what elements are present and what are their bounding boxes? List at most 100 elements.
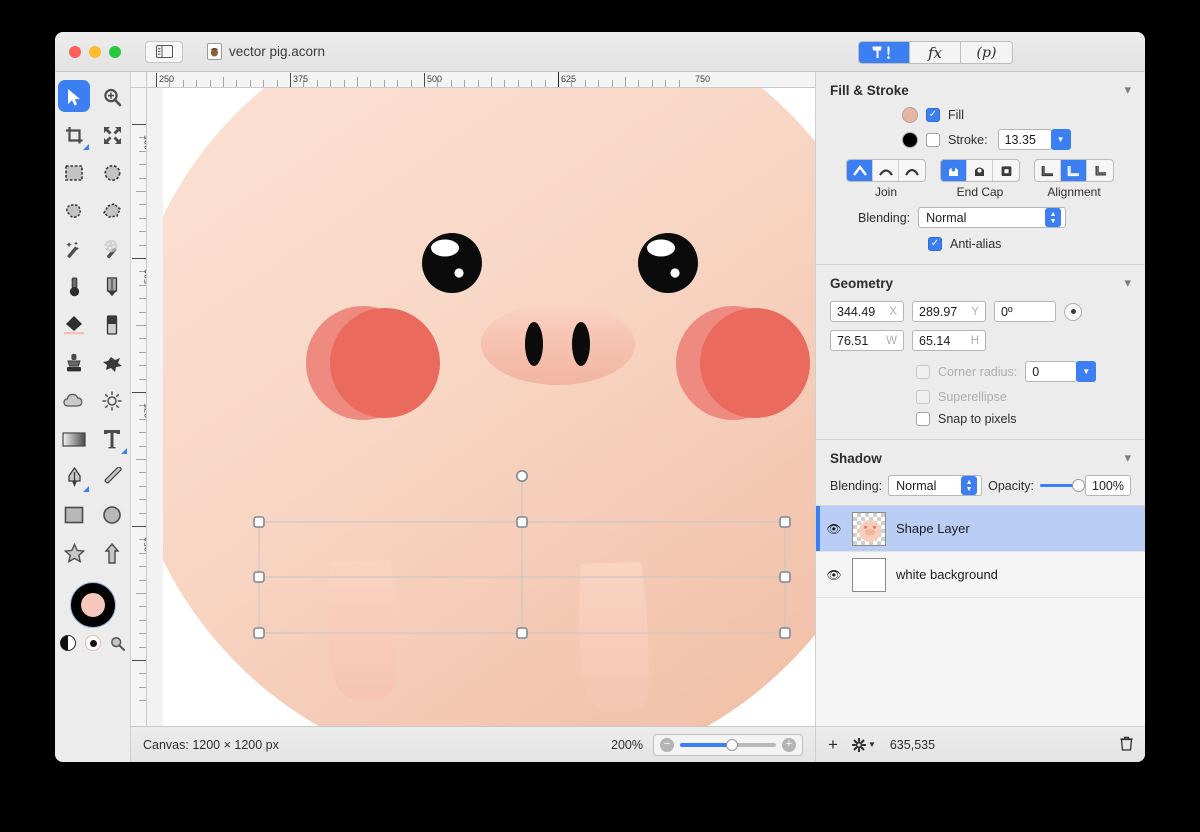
corner-radius-checkbox[interactable] (916, 365, 930, 379)
shadow-header[interactable]: Shadow ▾ (816, 440, 1145, 472)
endcap-square-button[interactable] (993, 160, 1019, 181)
delete-layer-button[interactable] (1120, 736, 1133, 754)
tool-bezier-pen[interactable] (55, 458, 93, 496)
swap-colors-icon[interactable] (60, 635, 76, 651)
stroke-checkbox[interactable] (926, 133, 940, 147)
alignment-buttons[interactable] (1034, 159, 1114, 182)
tool-rect-marquee[interactable] (55, 154, 93, 192)
snap-to-pixels-checkbox[interactable] (916, 412, 930, 426)
corner-radius-field[interactable]: 0 (1025, 361, 1077, 382)
tab-tools[interactable] (859, 42, 910, 63)
fill-stroke-header[interactable]: Fill & Stroke ▾ (816, 72, 1145, 104)
width-field[interactable]: 76.51 W (830, 330, 904, 351)
geometry-header[interactable]: Geometry ▾ (816, 265, 1145, 297)
tool-move[interactable] (55, 78, 93, 116)
shadow-blending-select[interactable]: Normal ▲▼ (888, 475, 982, 496)
blending-select[interactable]: Normal ▲▼ (918, 207, 1066, 228)
active-color-icon[interactable] (85, 635, 101, 651)
zoom-in-icon[interactable]: + (782, 738, 796, 752)
chevron-down-icon[interactable]: ▾ (1124, 450, 1131, 466)
maximize-button[interactable] (109, 46, 121, 58)
minimize-button[interactable] (89, 46, 101, 58)
join-miter-button[interactable] (847, 160, 873, 181)
chevron-down-icon[interactable]: ▾ (1124, 82, 1131, 98)
close-button[interactable] (69, 46, 81, 58)
alignment-center-button[interactable] (1061, 160, 1087, 181)
stroke-width-dropdown[interactable]: ▼ (1051, 129, 1071, 150)
fill-color-swatch[interactable] (902, 107, 918, 123)
y-field[interactable]: 289.97 Y (912, 301, 986, 322)
tool-paint-bucket[interactable] (55, 306, 93, 344)
join-buttons[interactable] (846, 159, 926, 182)
tool-rectangle-shape[interactable] (55, 496, 93, 534)
sidebar-toggle-button[interactable] (145, 41, 183, 63)
alignment-inside-button[interactable] (1035, 160, 1061, 181)
canvas-area[interactable] (147, 88, 815, 726)
zoom-slider-track[interactable] (680, 743, 776, 747)
layer-row-background[interactable]: 👁 white background (816, 552, 1145, 598)
tool-ellipse-marquee[interactable] (93, 154, 131, 192)
tool-arrow-shape[interactable] (93, 534, 131, 572)
tool-smudge[interactable] (93, 344, 131, 382)
stroke-color-swatch[interactable] (902, 132, 918, 148)
tool-star-shape[interactable] (55, 534, 93, 572)
horizontal-ruler[interactable]: 250375500625750 (147, 72, 815, 88)
zoom-out-icon[interactable]: − (660, 738, 674, 752)
stepper-arrows-icon[interactable]: ▲▼ (961, 476, 977, 495)
tool-ellipse-shape[interactable] (93, 496, 131, 534)
tool-dodge-burn[interactable] (93, 382, 131, 420)
tool-transform[interactable] (93, 116, 131, 154)
superellipse-checkbox[interactable] (916, 390, 930, 404)
tool-polygon-lasso[interactable] (93, 192, 131, 230)
corner-radius-dropdown[interactable]: ▼ (1076, 361, 1096, 382)
tool-zoom[interactable] (93, 78, 131, 116)
zoom-slider-knob[interactable] (726, 739, 738, 751)
pig-artwork[interactable] (163, 88, 815, 726)
layer-settings-menu[interactable]: ▼ (852, 738, 876, 752)
alignment-outside-button[interactable] (1087, 160, 1113, 181)
join-round-button[interactable] (873, 160, 899, 181)
stepper-arrows-icon[interactable]: ▲▼ (1045, 208, 1061, 227)
tool-crop[interactable] (55, 116, 93, 154)
tool-lasso[interactable] (55, 192, 93, 230)
eye-icon[interactable]: 👁 (826, 568, 842, 582)
tool-line[interactable] (93, 458, 131, 496)
height-field[interactable]: 65.14 H (912, 330, 986, 351)
add-layer-icon[interactable]: + (828, 736, 838, 753)
tool-eraser[interactable] (93, 306, 131, 344)
tool-clone-stamp[interactable] (55, 344, 93, 382)
antialias-checkbox[interactable]: ✓ (928, 237, 942, 251)
join-bevel-button[interactable] (899, 160, 925, 181)
color-picker-icon[interactable] (110, 636, 125, 651)
tool-gradient[interactable] (55, 420, 93, 458)
foreground-color-swatch[interactable] (81, 593, 105, 617)
tool-blur[interactable] (55, 268, 93, 306)
stroke-width-field[interactable]: 13.35 (998, 129, 1052, 150)
tool-text[interactable] (93, 420, 131, 458)
endcap-buttons[interactable] (940, 159, 1020, 182)
tool-pencil[interactable] (93, 268, 131, 306)
shadow-opacity-field[interactable]: 100% (1085, 475, 1131, 496)
rotation-field[interactable]: 0º (994, 301, 1056, 322)
endcap-butt-button[interactable] (941, 160, 967, 181)
shadow-opacity-slider[interactable] (1040, 484, 1079, 487)
inspector-tab-bar[interactable]: fx (p) (858, 41, 1013, 64)
color-well[interactable] (70, 582, 116, 628)
chevron-down-icon[interactable]: ▾ (1124, 275, 1131, 291)
eye-icon[interactable]: 👁 (826, 522, 842, 536)
tool-instant-alpha[interactable] (93, 230, 131, 268)
x-field[interactable]: 344.49 X (830, 301, 904, 322)
endcap-round-button[interactable] (967, 160, 993, 181)
tool-cloud[interactable] (55, 382, 93, 420)
vertical-ruler[interactable]: 625500375250 (131, 88, 147, 726)
canvas-sheet[interactable] (163, 88, 815, 726)
layer-row-shape[interactable]: 👁 Shape Layer (816, 506, 1145, 552)
rotation-dial-icon[interactable] (1064, 303, 1082, 321)
tab-presets[interactable]: (p) (961, 42, 1012, 63)
tab-effects[interactable]: fx (910, 42, 961, 63)
zoom-slider-control[interactable]: − + (653, 734, 803, 756)
opacity-slider-knob[interactable] (1072, 479, 1085, 492)
layers-list[interactable]: 👁 Shape Layer 👁 wh (816, 506, 1145, 726)
tool-magic-wand[interactable] (55, 230, 93, 268)
fill-checkbox[interactable]: ✓ (926, 108, 940, 122)
